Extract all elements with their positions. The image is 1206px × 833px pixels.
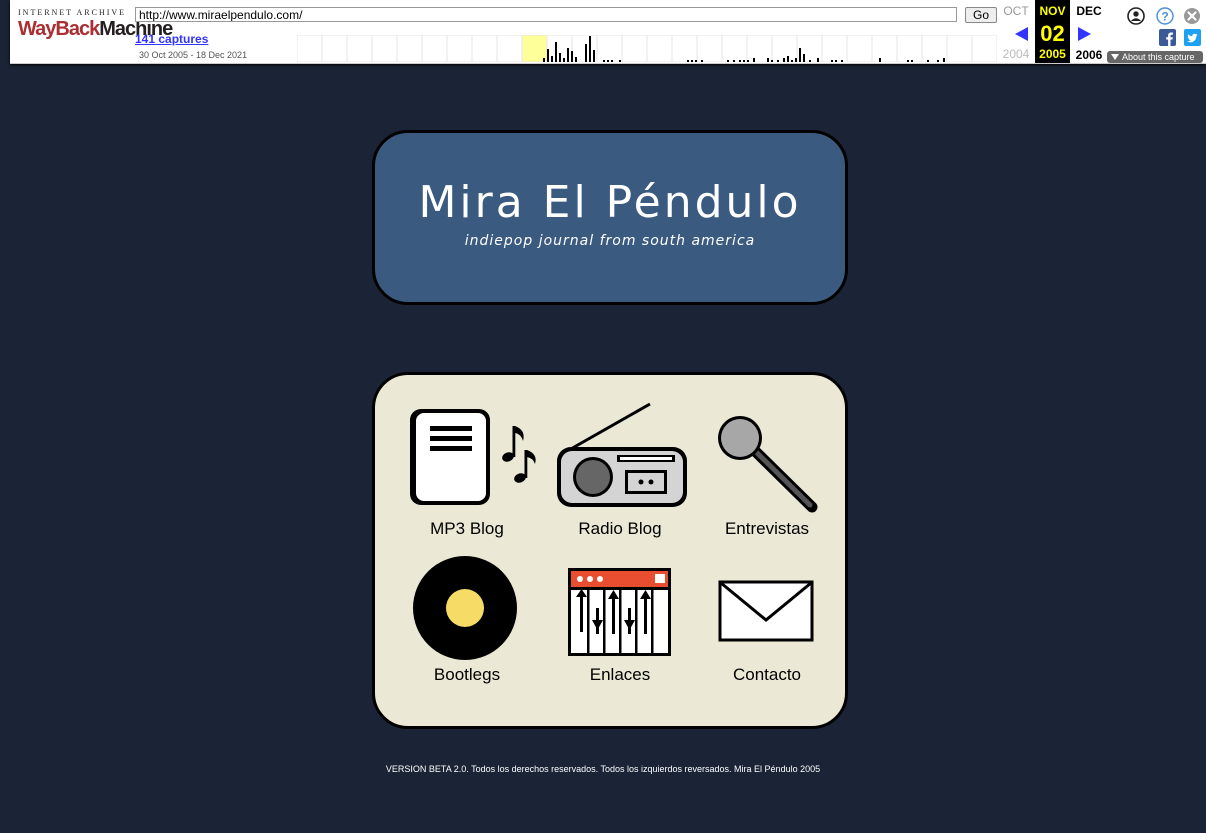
menu-label: Contacto <box>732 665 802 684</box>
menu-entrevistas[interactable]: Entrevistas <box>692 392 842 542</box>
prev-month-label: OCT <box>1003 4 1029 18</box>
menu-radio-blog[interactable]: Radio Blog <box>545 392 695 542</box>
menu-label: Entrevistas <box>724 519 810 538</box>
menu-label: Enlaces <box>589 665 651 684</box>
wayback-url-input[interactable] <box>135 7 957 22</box>
menu-label: Radio Blog <box>578 519 662 538</box>
wayback-logo-wordmark: WayBackMachine <box>18 18 173 40</box>
site-tagline: indiepop journal from south america <box>464 233 756 249</box>
wayback-logo-top: INTERNET ARCHIVE <box>18 8 127 17</box>
current-month-label: NOV <box>1039 4 1066 18</box>
next-month-label: DEC <box>1076 4 1102 18</box>
account-icon[interactable] <box>1127 7 1145 25</box>
site-footer: VERSION BETA 2.0. Todos los derechos res… <box>385 764 821 774</box>
menu-mp3-blog[interactable]: MP3 Blog <box>392 392 542 542</box>
current-date-column: NOV 02 2005 <box>1035 0 1070 63</box>
current-year-label: 2005 <box>1039 47 1066 61</box>
prev-year-label: 2004 <box>1002 47 1030 61</box>
about-capture-label: About this capture <box>1122 52 1195 62</box>
menu-contacto[interactable]: Contacto <box>692 542 842 692</box>
help-icon[interactable]: ? <box>1156 7 1174 25</box>
menu-label: MP3 Blog <box>430 519 504 538</box>
menu-enlaces[interactable]: Enlaces <box>545 542 695 692</box>
close-icon[interactable] <box>1183 7 1201 25</box>
capture-date-range: 30 Oct 2005 - 18 Dec 2021 <box>139 50 248 60</box>
facebook-icon[interactable] <box>1159 29 1176 46</box>
wayback-toolbar: INTERNET ARCHIVE WayBackMachine Go 141 c… <box>10 0 1206 64</box>
chevron-down-icon <box>1111 54 1119 60</box>
capture-sparkline[interactable] <box>297 35 997 62</box>
next-capture-arrow-icon[interactable] <box>1076 26 1092 42</box>
site-title: Mira El Péndulo <box>418 177 802 228</box>
site-menu-box: MP3 Blog Radio Blog Entrevistas Bootlegs… <box>372 372 848 729</box>
about-capture-button[interactable]: About this capture <box>1107 51 1203 63</box>
wayback-logo[interactable]: INTERNET ARCHIVE WayBackMachine <box>18 8 173 54</box>
menu-label: Bootlegs <box>433 665 501 684</box>
captures-link[interactable]: 141 captures <box>135 32 208 46</box>
menu-bootlegs[interactable]: Bootlegs <box>392 542 542 692</box>
twitter-icon[interactable] <box>1184 29 1201 46</box>
site-header-box: Mira El Péndulo indiepop journal from so… <box>372 130 848 305</box>
current-day-label: 02 <box>1040 21 1065 46</box>
svg-text:?: ? <box>1161 10 1168 24</box>
next-year-label: 2006 <box>1075 48 1103 62</box>
prev-capture-arrow-icon[interactable] <box>1014 26 1030 42</box>
go-button[interactable]: Go <box>965 7 997 23</box>
